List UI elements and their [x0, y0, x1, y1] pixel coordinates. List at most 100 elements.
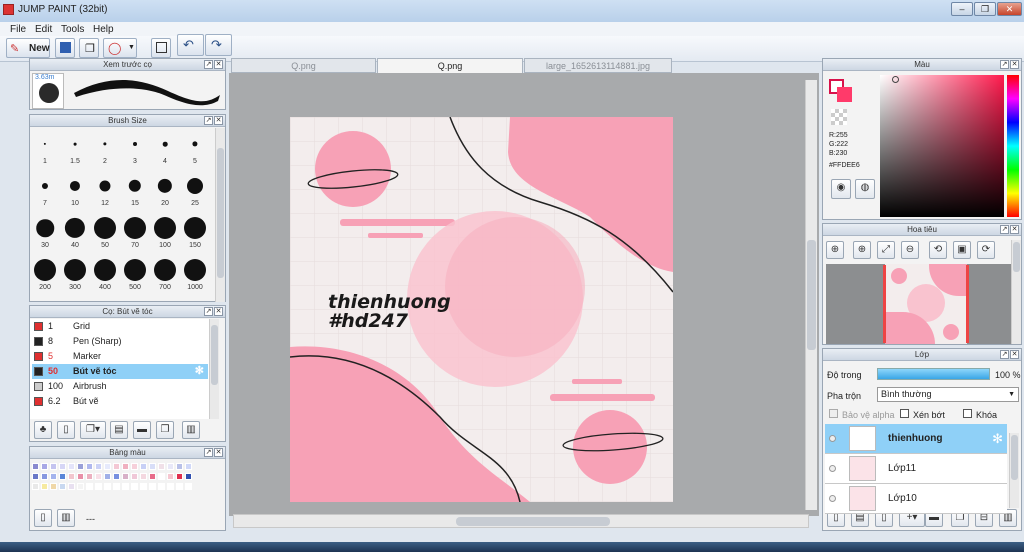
visibility-toggle-icon[interactable]: [829, 465, 836, 472]
palette-swatch[interactable]: [104, 473, 111, 480]
palette-swatch[interactable]: [122, 483, 129, 490]
palette-swatch[interactable]: [32, 483, 39, 490]
palette-swatch[interactable]: [122, 473, 129, 480]
brush-size-cell[interactable]: 15: [120, 171, 150, 209]
brush-list-item[interactable]: 100 Airbrush: [32, 379, 208, 394]
save-button[interactable]: [55, 38, 75, 58]
gear-icon[interactable]: ✻: [195, 364, 204, 379]
palette-swatch[interactable]: [113, 463, 120, 470]
palette-swatch[interactable]: [176, 483, 183, 490]
maximize-button[interactable]: ❐: [974, 2, 996, 16]
visibility-toggle-icon[interactable]: [829, 435, 836, 442]
palette-swatch[interactable]: [113, 473, 120, 480]
tab-q-png-2[interactable]: Q.png: [377, 58, 523, 73]
brush-size-cell[interactable]: 40: [60, 213, 90, 251]
palette-swatch[interactable]: [86, 463, 93, 470]
close-icon[interactable]: ✕: [1010, 225, 1019, 234]
brush-size-cell[interactable]: 50: [90, 213, 120, 251]
brush-size-cell[interactable]: 1: [30, 129, 60, 167]
reset-view-button[interactable]: ▣: [953, 241, 971, 259]
color-picker-button[interactable]: ◉: [831, 179, 851, 199]
palette-swatch[interactable]: [185, 473, 192, 480]
palette-swatch[interactable]: [95, 463, 102, 470]
palette-swatch[interactable]: [104, 483, 111, 490]
brush-size-cell[interactable]: 500: [120, 255, 150, 293]
palette-swatch[interactable]: [185, 463, 192, 470]
brush-size-cell[interactable]: 25: [180, 171, 210, 209]
redo-button[interactable]: ↷: [205, 34, 232, 56]
detach-icon[interactable]: ↗: [1000, 350, 1009, 359]
hue-slider[interactable]: [1007, 75, 1019, 217]
fit-screen-button[interactable]: ⤢: [877, 241, 895, 259]
menu-help[interactable]: Help: [93, 24, 114, 35]
palette-swatch[interactable]: [50, 463, 57, 470]
brush-list-scrollbar[interactable]: [209, 319, 219, 419]
background-color-swatch[interactable]: [837, 87, 852, 102]
palette-swatch[interactable]: [149, 483, 156, 490]
close-icon[interactable]: ✕: [214, 307, 223, 316]
layer-row[interactable]: Lớp10: [825, 484, 1007, 514]
palette-swatch[interactable]: [176, 473, 183, 480]
brush-menu-button[interactable]: ❐▾: [80, 421, 106, 439]
palette-swatch[interactable]: [32, 463, 39, 470]
menu-file[interactable]: File: [10, 24, 26, 35]
brush-size-cell[interactable]: 70: [120, 213, 150, 251]
detach-icon[interactable]: ↗: [1000, 225, 1009, 234]
palette-swatch[interactable]: [167, 463, 174, 470]
minimize-button[interactable]: –: [951, 2, 973, 16]
brush-size-cell[interactable]: 150: [180, 213, 210, 251]
brush-size-scrollbar[interactable]: [215, 128, 225, 302]
brush-size-cell[interactable]: 200: [30, 255, 60, 293]
new-button[interactable]: ✎ New: [6, 38, 50, 58]
brush-new-button[interactable]: ▯: [57, 421, 75, 439]
brush-duplicate-button[interactable]: ❐: [156, 421, 174, 439]
undo-button[interactable]: ↶: [177, 34, 204, 56]
close-icon[interactable]: ✕: [1010, 350, 1019, 359]
palette-swatch[interactable]: [50, 473, 57, 480]
detach-icon[interactable]: ↗: [1000, 60, 1009, 69]
palette-swatch[interactable]: [149, 463, 156, 470]
scroll-thumb[interactable]: [456, 517, 610, 526]
palette-swatch[interactable]: [140, 463, 147, 470]
layer-row[interactable]: thienhuong ✻: [825, 424, 1007, 454]
palette-swatch[interactable]: [131, 483, 138, 490]
detach-icon[interactable]: ↗: [204, 307, 213, 316]
visibility-toggle-icon[interactable]: [829, 495, 836, 502]
opacity-slider[interactable]: [877, 368, 990, 380]
gear-icon[interactable]: ✻: [992, 431, 1003, 447]
palette-swatch[interactable]: [185, 483, 192, 490]
palette-swatch[interactable]: [50, 483, 57, 490]
canvas-horizontal-scrollbar[interactable]: [233, 514, 809, 528]
brush-size-cell[interactable]: 7: [30, 171, 60, 209]
palette-swatch[interactable]: [68, 473, 75, 480]
palette-swatch[interactable]: [140, 483, 147, 490]
saturation-value-picker[interactable]: [880, 75, 1004, 217]
palette-delete-button[interactable]: ▥: [57, 509, 75, 527]
palette-swatch[interactable]: [59, 473, 66, 480]
menu-tools[interactable]: Tools: [61, 24, 84, 35]
brush-size-cell[interactable]: 1.5: [60, 129, 90, 167]
blend-mode-select[interactable]: Bình thường ▼: [877, 387, 1019, 402]
color-settings-button[interactable]: ◍: [855, 179, 875, 199]
palette-swatch[interactable]: [59, 483, 66, 490]
brush-size-cell[interactable]: 30: [30, 213, 60, 251]
palette-swatch[interactable]: [158, 463, 165, 470]
detach-icon[interactable]: ↗: [204, 448, 213, 457]
palette-swatch[interactable]: [95, 483, 102, 490]
palette-swatch[interactable]: [86, 483, 93, 490]
palette-swatch[interactable]: [68, 483, 75, 490]
brush-size-cell[interactable]: 700: [150, 255, 180, 293]
palette-swatch[interactable]: [95, 473, 102, 480]
detach-icon[interactable]: ↗: [204, 60, 213, 69]
selection-tool-button[interactable]: [151, 38, 171, 58]
palette-swatch[interactable]: [41, 483, 48, 490]
palette-swatch[interactable]: [77, 473, 84, 480]
rotate-left-button[interactable]: ⟲: [929, 241, 947, 259]
copy-button[interactable]: ❐: [79, 38, 99, 58]
palette-swatch[interactable]: [68, 463, 75, 470]
palette-swatch[interactable]: [131, 473, 138, 480]
close-icon[interactable]: ✕: [214, 116, 223, 125]
brush-size-cell[interactable]: 20: [150, 171, 180, 209]
palette-swatch[interactable]: [149, 473, 156, 480]
brush-folder-button[interactable]: ▬: [133, 421, 151, 439]
